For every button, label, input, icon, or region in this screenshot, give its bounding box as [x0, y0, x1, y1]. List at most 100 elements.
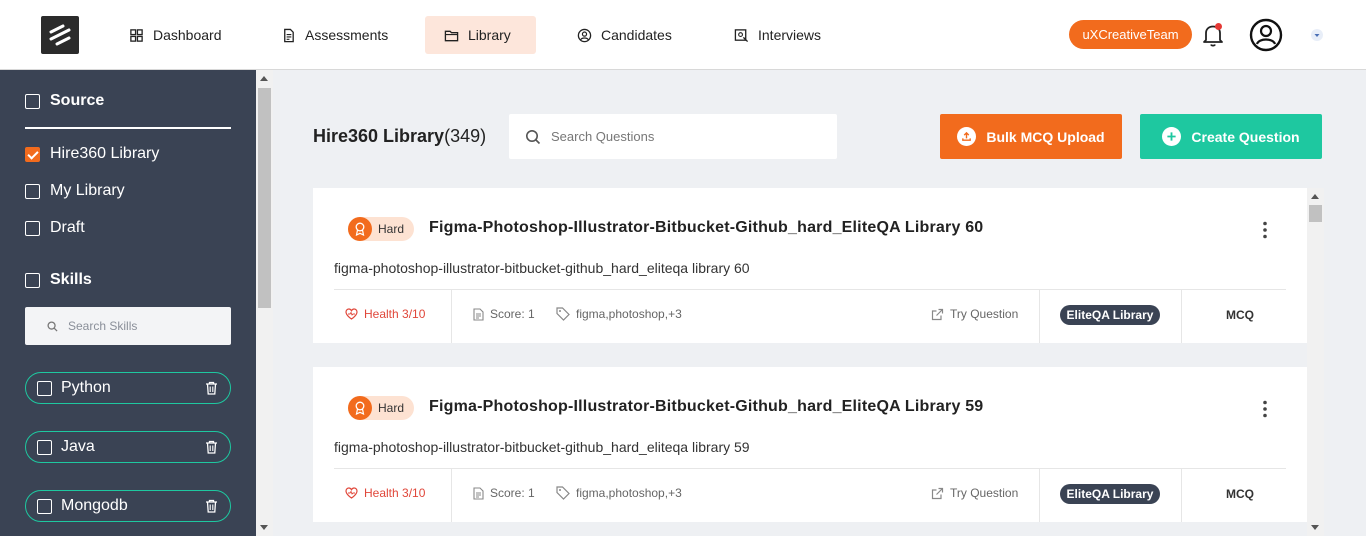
question-title[interactable]: Figma-Photoshop-Illustrator-Bitbucket-Gi… — [429, 398, 983, 416]
skill-chip-mongodb[interactable]: Mongodb — [25, 490, 231, 522]
health-text: Health 3/10 — [364, 307, 426, 321]
draft-checkbox[interactable] — [25, 220, 40, 236]
filter-sidebar: Source Hire360 Library My Library Draft … — [0, 70, 256, 536]
trash-icon[interactable] — [205, 381, 218, 395]
skill-checkbox[interactable] — [37, 380, 52, 396]
source-option-label: Draft — [50, 219, 85, 236]
nav-label: Candidates — [601, 27, 672, 43]
question-card[interactable]: Hard Figma-Photoshop-Illustrator-Bitbuck… — [313, 188, 1307, 343]
difficulty-badge: Hard — [348, 217, 414, 241]
score-text: Score: 1 — [490, 307, 535, 321]
grid-icon — [130, 28, 143, 42]
nav-label: Dashboard — [153, 27, 222, 43]
sidebar-scrollbar[interactable] — [256, 70, 273, 536]
try-question-link[interactable]: Try Question — [931, 486, 1018, 500]
nav-library[interactable]: Library — [425, 16, 536, 54]
question-type: MCQ — [1226, 487, 1254, 501]
meta-separator — [1181, 290, 1182, 343]
meta-separator — [1039, 469, 1040, 522]
meta-separator — [1039, 290, 1040, 343]
skills-search-input[interactable]: Search Skills — [25, 307, 231, 345]
try-question-text: Try Question — [950, 486, 1019, 500]
hire360-checkbox[interactable] — [25, 146, 40, 162]
source-option-label: Hire360 Library — [50, 145, 160, 162]
meta-separator — [451, 290, 452, 343]
card-divider — [334, 468, 1286, 469]
tag-icon — [556, 486, 570, 500]
scroll-down-arrow[interactable] — [260, 525, 268, 530]
try-question-link[interactable]: Try Question — [931, 307, 1018, 321]
heart-icon — [345, 487, 358, 499]
source-option-draft[interactable]: Draft — [25, 219, 85, 237]
source-label: Source — [50, 92, 105, 109]
health-indicator: Health 3/10 — [345, 307, 425, 321]
team-badge[interactable]: uXCreativeTeam — [1069, 20, 1192, 49]
scroll-up-arrow[interactable] — [260, 76, 268, 81]
user-circle-icon — [577, 28, 592, 42]
document-icon — [473, 486, 484, 500]
skill-chip-python[interactable]: Python — [25, 372, 231, 404]
document-icon — [284, 28, 294, 42]
medal-icon — [348, 217, 372, 241]
more-options-icon[interactable] — [1260, 400, 1270, 418]
nav-label: Library — [468, 27, 511, 43]
chevron-down-icon[interactable] — [1310, 29, 1324, 41]
health-text: Health 3/10 — [364, 486, 426, 500]
create-question-button[interactable]: Create Question — [1140, 114, 1322, 159]
nav-interviews[interactable]: Interviews — [724, 16, 831, 54]
scrollbar-thumb[interactable] — [258, 88, 271, 308]
nav-candidates[interactable]: Candidates — [567, 16, 682, 54]
tag-icon — [556, 307, 570, 321]
source-option-label: My Library — [50, 182, 125, 199]
nav-dashboard[interactable]: Dashboard — [119, 16, 232, 54]
scroll-down-arrow[interactable] — [1311, 525, 1319, 530]
trash-icon[interactable] — [205, 499, 218, 513]
card-divider — [334, 289, 1286, 290]
difficulty-badge: Hard — [348, 396, 414, 420]
skills-checkbox[interactable] — [25, 272, 40, 288]
skill-label: Mongodb — [61, 497, 128, 514]
tags-text: figma,photoshop,+3 — [576, 486, 682, 500]
content-scrollbar[interactable] — [1307, 188, 1324, 536]
skills-filter-header[interactable]: Skills — [25, 271, 92, 289]
top-navbar: Dashboard Assessments Library Candidates… — [0, 0, 1366, 70]
question-card[interactable]: Hard Figma-Photoshop-Illustrator-Bitbuck… — [313, 367, 1307, 522]
external-link-icon — [931, 308, 944, 320]
scroll-up-arrow[interactable] — [1311, 194, 1319, 199]
external-link-icon — [931, 487, 944, 499]
source-option-my-library[interactable]: My Library — [25, 182, 125, 200]
skill-checkbox[interactable] — [37, 498, 52, 514]
question-title[interactable]: Figma-Photoshop-Illustrator-Bitbucket-Gi… — [429, 219, 983, 237]
trash-icon[interactable] — [205, 440, 218, 454]
source-checkbox[interactable] — [25, 93, 40, 109]
score-text: Score: 1 — [490, 486, 535, 500]
tags-indicator: figma,photoshop,+3 — [556, 486, 682, 500]
nav-assessments[interactable]: Assessments — [271, 16, 398, 54]
skill-chip-java[interactable]: Java — [25, 431, 231, 463]
source-option-hire360[interactable]: Hire360 Library — [25, 145, 159, 163]
search-icon — [526, 129, 541, 144]
tags-text: figma,photoshop,+3 — [576, 307, 682, 321]
bulk-upload-label: Bulk MCQ Upload — [986, 128, 1105, 145]
search-questions-placeholder: Search Questions — [551, 129, 655, 144]
profile-avatar-icon[interactable] — [1249, 18, 1283, 52]
scrollbar-thumb[interactable] — [1309, 205, 1322, 222]
bulk-mcq-upload-button[interactable]: Bulk MCQ Upload — [940, 114, 1122, 159]
nav-label: Assessments — [305, 27, 389, 43]
more-options-icon[interactable] — [1260, 221, 1270, 239]
interview-icon — [734, 28, 749, 42]
my-library-checkbox[interactable] — [25, 183, 40, 199]
library-badge: EliteQA Library — [1060, 484, 1160, 504]
health-indicator: Health 3/10 — [345, 486, 425, 500]
library-title: Hire360 Library — [313, 126, 445, 146]
logo-icon[interactable] — [41, 16, 79, 54]
meta-separator — [451, 469, 452, 522]
page-title: Hire360 Library(349) — [313, 126, 486, 147]
skill-checkbox[interactable] — [37, 439, 52, 455]
source-filter-header[interactable]: Source — [25, 92, 104, 110]
skills-search-placeholder: Search Skills — [68, 319, 138, 333]
search-questions-input[interactable]: Search Questions — [509, 114, 837, 159]
skills-label: Skills — [50, 271, 92, 288]
nav-label: Interviews — [758, 27, 822, 43]
create-question-label: Create Question — [1191, 128, 1300, 145]
